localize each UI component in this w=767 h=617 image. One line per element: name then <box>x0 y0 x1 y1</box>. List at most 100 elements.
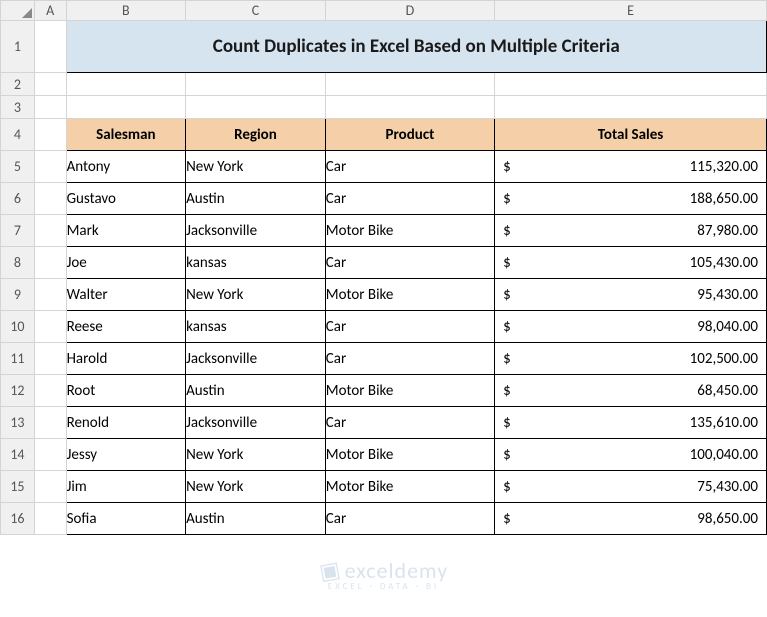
cell-A2[interactable] <box>34 73 66 96</box>
col-header-C[interactable]: C <box>186 1 326 21</box>
cell-B3[interactable] <box>66 96 186 119</box>
cell-A16[interactable] <box>34 503 66 535</box>
col-header-A[interactable]: A <box>34 1 66 21</box>
row-header-4[interactable]: 4 <box>1 119 35 151</box>
cell-region-11[interactable]: Jacksonville <box>186 343 326 375</box>
cell-total-sales-15[interactable]: $75,430.00 <box>495 471 767 503</box>
cell-A11[interactable] <box>34 343 66 375</box>
cell-region-10[interactable]: kansas <box>186 311 326 343</box>
cell-total-sales-8[interactable]: $105,430.00 <box>495 247 767 279</box>
cell-salesman-15[interactable]: Jim <box>66 471 186 503</box>
cell-total-sales-14[interactable]: $100,040.00 <box>495 439 767 471</box>
cell-product-14[interactable]: Motor Bike <box>325 439 494 471</box>
row-header-9[interactable]: 9 <box>1 279 35 311</box>
cell-product-16[interactable]: Car <box>325 503 494 535</box>
col-header-E[interactable]: E <box>495 1 767 21</box>
cell-region-6[interactable]: Austin <box>186 183 326 215</box>
cell-salesman-6[interactable]: Gustavo <box>66 183 186 215</box>
cell-salesman-16[interactable]: Sofia <box>66 503 186 535</box>
title-cell[interactable]: Count Duplicates in Excel Based on Multi… <box>66 21 766 73</box>
cell-total-sales-10[interactable]: $98,040.00 <box>495 311 767 343</box>
cell-salesman-10[interactable]: Reese <box>66 311 186 343</box>
cell-product-5[interactable]: Car <box>325 151 494 183</box>
cell-product-6[interactable]: Car <box>325 183 494 215</box>
cell-salesman-11[interactable]: Harold <box>66 343 186 375</box>
cell-product-12[interactable]: Motor Bike <box>325 375 494 407</box>
cell-A14[interactable] <box>34 439 66 471</box>
cell-salesman-8[interactable]: Joe <box>66 247 186 279</box>
row-header-2[interactable]: 2 <box>1 73 35 96</box>
cell-total-sales-12[interactable]: $68,450.00 <box>495 375 767 407</box>
row-header-3[interactable]: 3 <box>1 96 35 119</box>
cell-C2[interactable] <box>186 73 326 96</box>
header-total-sales[interactable]: Total Sales <box>495 119 767 151</box>
cell-region-5[interactable]: New York <box>186 151 326 183</box>
cell-salesman-13[interactable]: Renold <box>66 407 186 439</box>
col-header-B[interactable]: B <box>66 1 186 21</box>
cell-region-13[interactable]: Jacksonville <box>186 407 326 439</box>
cell-region-7[interactable]: Jacksonville <box>186 215 326 247</box>
cell-D2[interactable] <box>325 73 494 96</box>
cell-product-8[interactable]: Car <box>325 247 494 279</box>
cell-total-sales-9[interactable]: $95,430.00 <box>495 279 767 311</box>
cell-salesman-9[interactable]: Walter <box>66 279 186 311</box>
cell-A9[interactable] <box>34 279 66 311</box>
row-header-7[interactable]: 7 <box>1 215 35 247</box>
cell-region-15[interactable]: New York <box>186 471 326 503</box>
row-header-5[interactable]: 5 <box>1 151 35 183</box>
cell-A3[interactable] <box>34 96 66 119</box>
cell-A5[interactable] <box>34 151 66 183</box>
row-header-14[interactable]: 14 <box>1 439 35 471</box>
cell-A6[interactable] <box>34 183 66 215</box>
row-header-12[interactable]: 12 <box>1 375 35 407</box>
cell-product-7[interactable]: Motor Bike <box>325 215 494 247</box>
cell-A8[interactable] <box>34 247 66 279</box>
cell-salesman-14[interactable]: Jessy <box>66 439 186 471</box>
row-header-8[interactable]: 8 <box>1 247 35 279</box>
currency-symbol: $ <box>503 158 511 176</box>
header-region[interactable]: Region <box>186 119 326 151</box>
row-header-13[interactable]: 13 <box>1 407 35 439</box>
cell-region-8[interactable]: kansas <box>186 247 326 279</box>
row-header-15[interactable]: 15 <box>1 471 35 503</box>
cell-D3[interactable] <box>325 96 494 119</box>
header-product[interactable]: Product <box>325 119 494 151</box>
cell-salesman-5[interactable]: Antony <box>66 151 186 183</box>
row-header-1[interactable]: 1 <box>1 21 35 73</box>
col-header-D[interactable]: D <box>325 1 494 21</box>
cell-total-sales-11[interactable]: $102,500.00 <box>495 343 767 375</box>
cell-A13[interactable] <box>34 407 66 439</box>
row-header-11[interactable]: 11 <box>1 343 35 375</box>
cell-region-16[interactable]: Austin <box>186 503 326 535</box>
cell-total-sales-16[interactable]: $98,650.00 <box>495 503 767 535</box>
cell-A4[interactable] <box>34 119 66 151</box>
cell-product-10[interactable]: Car <box>325 311 494 343</box>
cell-product-15[interactable]: Motor Bike <box>325 471 494 503</box>
cell-region-12[interactable]: Austin <box>186 375 326 407</box>
cell-total-sales-6[interactable]: $188,650.00 <box>495 183 767 215</box>
cell-region-14[interactable]: New York <box>186 439 326 471</box>
cell-B2[interactable] <box>66 73 186 96</box>
row-header-16[interactable]: 16 <box>1 503 35 535</box>
cell-total-sales-13[interactable]: $135,610.00 <box>495 407 767 439</box>
cell-A15[interactable] <box>34 471 66 503</box>
row-header-6[interactable]: 6 <box>1 183 35 215</box>
select-all-corner[interactable] <box>1 1 35 21</box>
cell-salesman-7[interactable]: Mark <box>66 215 186 247</box>
cell-A10[interactable] <box>34 311 66 343</box>
cell-total-sales-5[interactable]: $115,320.00 <box>495 151 767 183</box>
header-salesman[interactable]: Salesman <box>66 119 186 151</box>
cell-total-sales-7[interactable]: $87,980.00 <box>495 215 767 247</box>
cell-salesman-12[interactable]: Root <box>66 375 186 407</box>
cell-product-13[interactable]: Car <box>325 407 494 439</box>
cell-product-9[interactable]: Motor Bike <box>325 279 494 311</box>
cell-E3[interactable] <box>495 96 767 119</box>
cell-C3[interactable] <box>186 96 326 119</box>
cell-E2[interactable] <box>495 73 767 96</box>
cell-A12[interactable] <box>34 375 66 407</box>
cell-product-11[interactable]: Car <box>325 343 494 375</box>
row-header-10[interactable]: 10 <box>1 311 35 343</box>
cell-A1[interactable] <box>34 21 66 73</box>
cell-region-9[interactable]: New York <box>186 279 326 311</box>
cell-A7[interactable] <box>34 215 66 247</box>
